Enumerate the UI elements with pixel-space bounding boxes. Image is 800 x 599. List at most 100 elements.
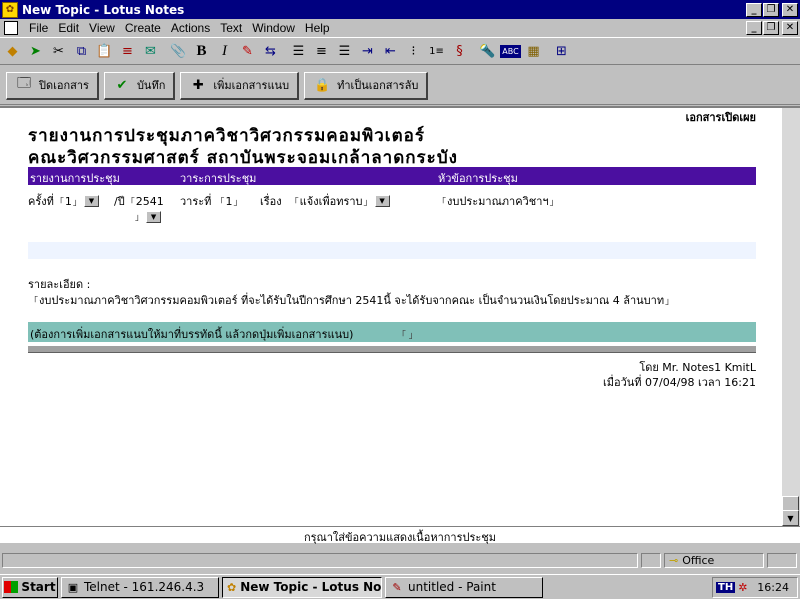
doc-minimize-button[interactable]: _	[746, 21, 762, 35]
close-document-button[interactable]: 🗔 ปิดเอกสาร	[6, 71, 99, 100]
close-document-icon: 🗔	[16, 76, 32, 91]
action-bar: 🗔 ปิดเอกสาร ✔ บันทึก ✚ เพิ่มเอกสารแนบ 🔒 …	[0, 67, 800, 105]
align-left-icon[interactable]: ☰	[288, 40, 309, 62]
outdent-icon[interactable]: ⇤	[380, 40, 401, 62]
session-dropdown-button[interactable]: ▼	[83, 195, 99, 207]
datetime-line: เมื่อวันที่ 07/04/98 เวลา 16:21	[602, 376, 756, 389]
year-dropdown: 」 ▼	[134, 210, 162, 223]
vertical-scrollbar[interactable]: ▼	[782, 108, 800, 526]
ruler-icon[interactable]: ▦	[523, 40, 544, 62]
menu-actions[interactable]: Actions	[166, 21, 215, 35]
detail-field[interactable]: 「 งบประมาณภาควิชาวิศวกรรมคอมพิวเตอร์ ที่…	[28, 291, 675, 309]
window-title: New Topic - Lotus Notes	[22, 2, 185, 17]
screen: ✿ New Topic - Lotus Notes _ ❐ ✕ File Edi…	[0, 0, 800, 599]
language-indicator[interactable]: TH	[716, 582, 736, 593]
align-right-icon[interactable]: ☰	[334, 40, 355, 62]
search-icon[interactable]: 🔦	[477, 40, 498, 62]
blank-field-band[interactable]	[28, 242, 756, 259]
number-list-icon[interactable]: 1≡	[426, 40, 447, 62]
highlighter-icon[interactable]: ✎	[237, 40, 258, 62]
paint-icon: ✎	[392, 580, 402, 594]
indent-icon[interactable]: ⇥	[357, 40, 378, 62]
menu-create[interactable]: Create	[120, 21, 166, 35]
task-paint-label: untitled - Paint	[408, 580, 496, 594]
section-header-bar: รายงานการประชุม วาระการประชุม หัวข้อการป…	[28, 167, 756, 185]
link-icon[interactable]: ≡	[117, 40, 138, 62]
column-topic: หัวข้อการประชุม	[438, 172, 518, 185]
telnet-icon: ▣	[67, 580, 79, 594]
close-document-label: ปิดเอกสาร	[39, 79, 89, 92]
status-message	[2, 553, 638, 568]
subject-dropdown-button[interactable]: ▼	[374, 195, 390, 207]
doc-close-button[interactable]: ✕	[782, 21, 798, 35]
bold-icon[interactable]: B	[191, 40, 212, 62]
mail-panel[interactable]	[767, 553, 797, 568]
location-label: Office	[682, 554, 715, 567]
location-panel[interactable]: ⊸ Office	[664, 553, 764, 568]
spell-icon[interactable]: §	[449, 40, 470, 62]
document-frame: เอกสารเปิดเผย รายงานการประชุมภาควิชาวิศว…	[0, 106, 800, 526]
classification-label: เอกสารเปิดเผย	[685, 111, 756, 124]
scroll-down-arrow[interactable]: ▼	[782, 510, 799, 526]
task-telnet[interactable]: ▣ Telnet - 161.246.4.3	[61, 576, 219, 598]
lotus-icon: ✿	[227, 580, 237, 594]
title-bar: ✿ New Topic - Lotus Notes _ ❐ ✕	[0, 0, 800, 19]
add-attachment-icon: ✚	[192, 77, 204, 93]
taskbar: Start ▣ Telnet - 161.246.4.3 ✿ New Topic…	[0, 574, 800, 599]
bullet-list-icon[interactable]: ⁝	[403, 40, 424, 62]
scrollbar-thumb[interactable]	[782, 496, 799, 511]
menu-help[interactable]: Help	[300, 21, 335, 35]
status-bar: ⊸ Office	[0, 545, 800, 573]
subject-value[interactable]: แจ้งเพื่อทราบ	[300, 192, 363, 210]
session-value[interactable]: 1	[65, 195, 72, 208]
menu-view[interactable]: View	[84, 21, 120, 35]
clock: 16:24	[757, 581, 789, 594]
task-paint[interactable]: ✎ untitled - Paint	[385, 576, 543, 598]
italic-icon[interactable]: I	[214, 40, 235, 62]
session-label: ครั้งที่	[28, 195, 54, 208]
tray-app-icon[interactable]: ✲	[738, 581, 747, 594]
detail-text[interactable]: งบประมาณภาควิชาวิศวกรรมคอมพิวเตอร์ ที่จะ…	[39, 291, 664, 309]
make-confidential-button[interactable]: 🔒 ทำเป็นเอกสารลับ	[304, 71, 429, 100]
agenda-value[interactable]: 1	[225, 195, 232, 208]
doc-restore-button[interactable]: ❐	[763, 21, 779, 35]
menu-edit[interactable]: Edit	[53, 21, 84, 35]
topic-value[interactable]: งบประมาณภาควิชาฯ	[447, 192, 549, 210]
attachment-area[interactable]: (ต้องการเพิ่มเอกสารแนบให้มาที่บรรทัดนี้ …	[28, 322, 756, 342]
menu-text[interactable]: Text	[215, 21, 247, 35]
copy-icon[interactable]: ⧉	[71, 40, 92, 62]
abc-icon[interactable]: ABC	[500, 40, 521, 62]
open-database-icon[interactable]: ◆	[2, 40, 23, 62]
cut-icon[interactable]: ✂	[48, 40, 69, 62]
document-body[interactable]: เอกสารเปิดเผย รายงานการประชุมภาควิชาวิศว…	[0, 108, 780, 526]
table-icon[interactable]: ⊞	[551, 40, 572, 62]
menu-window[interactable]: Window	[247, 21, 300, 35]
add-attachment-label: เพิ่มเอกสารแนบ	[213, 79, 290, 92]
restore-button[interactable]: ❐	[763, 2, 779, 17]
column-agenda: วาระการประชุม	[180, 172, 257, 185]
save-button[interactable]: ✔ บันทึก	[103, 71, 176, 100]
start-button[interactable]: Start	[2, 576, 58, 598]
document-icon[interactable]	[4, 21, 18, 35]
subject-label: เรื่อง	[260, 195, 282, 208]
menu-file[interactable]: File	[24, 21, 53, 35]
agenda-label: วาระที่	[180, 195, 212, 208]
minimize-button[interactable]: _	[746, 2, 762, 17]
year-dropdown-button[interactable]: ▼	[146, 210, 162, 223]
task-lotus-notes-label: New Topic - Lotus No...	[240, 580, 382, 594]
navigate-icon[interactable]: ➤	[25, 40, 46, 62]
close-button[interactable]: ✕	[782, 2, 798, 17]
lotus-notes-icon: ✿	[2, 1, 18, 18]
smarticon-toolbar: ◆ ➤ ✂ ⧉ 📋 ≡ ✉ 📎 B I ✎ ⇆ ☰ ≡ ☰ ⇥ ⇤ ⁝ 1≡ §…	[0, 37, 800, 65]
tab-icon[interactable]: ⇆	[260, 40, 281, 62]
year-value[interactable]: 2541	[136, 195, 164, 208]
align-center-icon[interactable]: ≡	[311, 40, 332, 62]
paste-icon[interactable]: 📋	[94, 40, 115, 62]
add-attachment-button[interactable]: ✚ เพิ่มเอกสารแนบ	[180, 71, 300, 100]
attach-icon[interactable]: 📎	[168, 40, 189, 62]
task-lotus-notes[interactable]: ✿ New Topic - Lotus No...	[222, 576, 382, 598]
year-label: /ปี	[114, 195, 125, 208]
agenda-field: วาระที่ 「 1 」	[180, 192, 243, 210]
status-panel[interactable]	[641, 553, 661, 568]
envelope-icon[interactable]: ✉	[140, 40, 161, 62]
